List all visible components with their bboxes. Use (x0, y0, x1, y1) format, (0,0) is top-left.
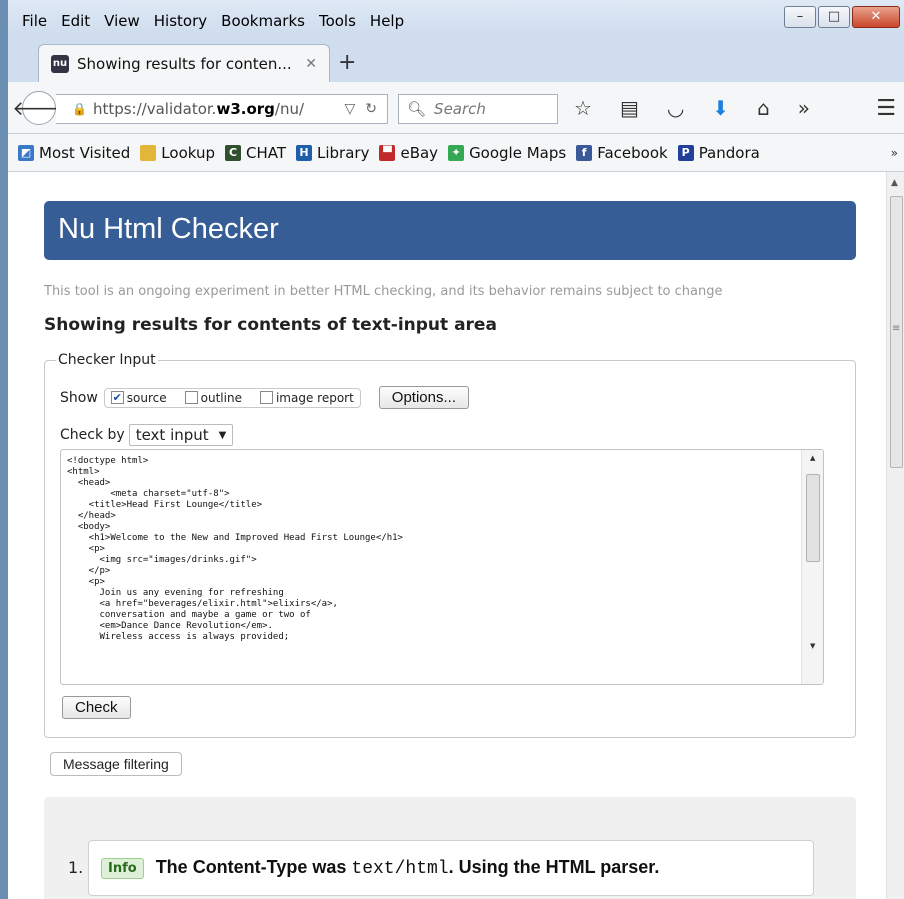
library-icon: H (296, 144, 313, 161)
page-scrollbar[interactable]: ▲ (886, 172, 904, 899)
most-visited-icon: ◩ (18, 144, 34, 161)
show-options-box: ✔ source outline image report (103, 387, 361, 408)
bookmark-pandora[interactable]: P Pandora (677, 144, 760, 162)
page-scroll-thumb[interactable] (890, 196, 903, 468)
bookmarks-overflow-icon[interactable]: » (891, 146, 898, 160)
scroll-down-icon[interactable]: ▼ (810, 642, 815, 650)
new-tab-button[interactable]: + (338, 50, 356, 75)
outline-checkbox[interactable]: outline (184, 391, 242, 405)
browser-window: File Edit View History Bookmarks Tools H… (8, 0, 904, 899)
bookmark-google-maps[interactable]: ✦ Google Maps (448, 144, 566, 162)
download-icon[interactable]: ⬇ (712, 96, 729, 120)
check-by-row: Check by text input ▼ (60, 424, 234, 446)
url-controls: ▽ ↻ (344, 101, 387, 117)
tab-title: Showing results for conten... (77, 54, 292, 73)
scroll-up-icon[interactable]: ▲ (891, 178, 898, 188)
show-label: Show (60, 389, 98, 406)
bookmark-chat[interactable]: C CHAT (225, 144, 286, 162)
check-by-label: Check by (60, 427, 125, 443)
chat-icon: C (225, 144, 241, 161)
search-icon: 🔍︎ (407, 100, 427, 118)
result-number: 1. (68, 858, 84, 877)
checkbox-icon[interactable] (184, 391, 198, 404)
nu-favicon-icon: nu (51, 54, 69, 73)
bookmark-ebay[interactable]: ▀ eBay (379, 144, 438, 162)
tab-bar: nu Showing results for conten... ✕ + (8, 34, 904, 82)
menu-bar: File Edit View History Bookmarks Tools H… (8, 0, 904, 34)
menu-edit[interactable]: Edit (61, 12, 90, 30)
url-dropdown-icon[interactable]: ▽ (344, 101, 355, 117)
textarea-scrollbar[interactable]: ▲ ▼ (801, 450, 823, 684)
reload-icon[interactable]: ↻ (365, 101, 377, 117)
pocket-icon[interactable]: ◡ (667, 96, 684, 120)
check-by-select[interactable]: text input ▼ (128, 424, 234, 446)
chevron-down-icon: ▼ (218, 429, 227, 441)
show-options-row: Show ✔ source outline image report Optio… (60, 386, 469, 409)
minimize-button[interactable]: – (784, 6, 816, 28)
menu-tools[interactable]: Tools (319, 12, 356, 30)
menu-items: File Edit View History Bookmarks Tools H… (22, 12, 404, 30)
lock-icon: 🔒 (72, 102, 87, 116)
menu-bookmarks[interactable]: Bookmarks (221, 12, 305, 30)
bookmark-library[interactable]: H Library (296, 144, 369, 162)
source-code-text[interactable]: <!doctype html> <html> <head> <meta char… (61, 450, 823, 649)
menu-view[interactable]: View (104, 12, 140, 30)
scroll-up-icon[interactable]: ▲ (810, 454, 815, 462)
checkbox-icon[interactable] (259, 391, 273, 404)
source-textarea[interactable]: <!doctype html> <html> <head> <meta char… (60, 449, 824, 685)
home-icon[interactable]: ⌂ (757, 96, 770, 120)
pandora-icon: P (677, 144, 694, 161)
url-text: https://validator.w3.org/nu/ (92, 100, 305, 118)
result-message: Info The Content-Type was text/html. Usi… (88, 840, 814, 896)
menu-file[interactable]: File (22, 12, 47, 30)
checkbox-checked-icon[interactable]: ✔ (110, 391, 124, 404)
tagline: This tool is an ongoing experiment in be… (44, 284, 723, 299)
check-button[interactable]: Check (62, 696, 131, 719)
message-filtering-button[interactable]: Message filtering (50, 752, 182, 776)
tab-close-icon[interactable]: ✕ (305, 56, 317, 72)
bookmark-lookup[interactable]: Lookup (140, 144, 215, 162)
page-header: Nu Html Checker (44, 201, 856, 260)
tab-validator[interactable]: nu Showing results for conten... ✕ (38, 44, 330, 82)
close-window-button[interactable]: ✕ (852, 6, 900, 28)
result-text: The Content-Type was text/html. Using th… (155, 857, 660, 879)
page-title: Showing results for contents of text-inp… (44, 315, 497, 335)
reading-list-icon[interactable]: ▤ (620, 96, 639, 120)
textarea-scroll-thumb[interactable] (806, 474, 820, 562)
options-button[interactable]: Options... (378, 386, 469, 409)
maximize-button[interactable]: □ (818, 6, 850, 28)
bookmark-most-visited[interactable]: ◩ Most Visited (18, 144, 130, 162)
ebay-icon: ▀ (379, 144, 396, 161)
source-checkbox[interactable]: ✔ source (110, 391, 167, 405)
url-bar[interactable]: 🔒 https://validator.w3.org/nu/ ▽ ↻ (56, 94, 388, 124)
window-controls: – □ ✕ (784, 6, 900, 28)
facebook-icon: f (576, 144, 593, 161)
menu-history[interactable]: History (154, 12, 207, 30)
search-input[interactable]: 🔍︎ Search (398, 94, 558, 124)
overflow-icon[interactable]: » (798, 96, 810, 120)
image-report-checkbox[interactable]: image report (259, 391, 354, 405)
back-button[interactable]: 🡐 (12, 91, 66, 125)
search-placeholder: Search (434, 100, 486, 118)
toolbar-icons: ☆ ▤ ◡ ⬇ ⌂ » (574, 96, 810, 120)
bookmarks-bar: ◩ Most Visited Lookup C CHAT H Library ▀… (8, 134, 904, 172)
checker-input-legend: Checker Input (56, 352, 158, 368)
folder-icon (140, 144, 157, 161)
menu-icon[interactable]: ☰ (876, 96, 896, 121)
info-badge: Info (101, 857, 144, 879)
page-content: Nu Html Checker This tool is an ongoing … (8, 172, 886, 899)
navigation-bar: 🡐 🔒 https://validator.w3.org/nu/ ▽ ↻ 🔍︎ … (8, 82, 904, 134)
maps-icon: ✦ (448, 144, 465, 161)
star-icon[interactable]: ☆ (574, 96, 592, 120)
menu-help[interactable]: Help (370, 12, 404, 30)
bookmark-facebook[interactable]: f Facebook (576, 144, 668, 162)
